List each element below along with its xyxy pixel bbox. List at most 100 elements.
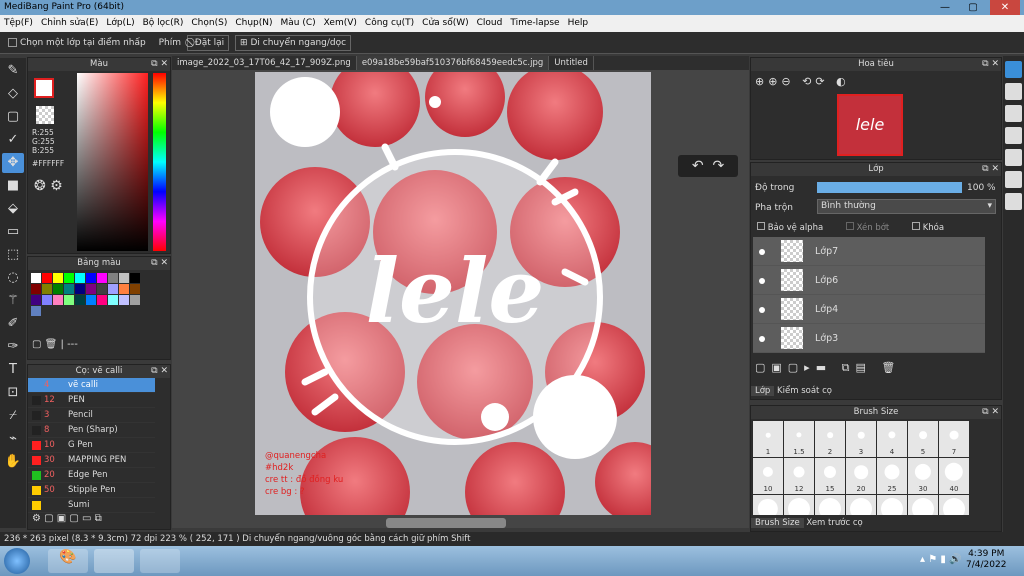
select-layer-checkbox[interactable] <box>8 38 17 47</box>
delete-palette-icon[interactable]: 🗑 <box>45 339 58 350</box>
brush-item[interactable]: 3 Pencil <box>28 408 155 423</box>
brush-item[interactable]: 12 PEN <box>28 393 155 408</box>
menu-item[interactable]: Bộ lọc(R) <box>139 15 188 32</box>
visibility-eye-icon[interactable] <box>759 249 765 255</box>
select-rect-icon[interactable]: ⬚ <box>2 245 24 265</box>
list-icon[interactable] <box>1005 171 1022 188</box>
panel-controls-icon[interactable]: ⧉ ✕ <box>151 257 168 270</box>
palette-swatch[interactable] <box>86 284 96 294</box>
panel-controls-icon[interactable]: ⧉ ✕ <box>982 406 999 419</box>
palette-swatch[interactable] <box>42 295 52 305</box>
hue-slider[interactable] <box>153 73 166 251</box>
menu-item[interactable]: Công cụ(T) <box>361 15 418 32</box>
brush-item[interactable]: 4 vẽ calli <box>28 378 155 393</box>
foreground-color-swatch[interactable] <box>34 78 54 98</box>
brush-size-cell[interactable]: 7 <box>939 421 969 457</box>
visibility-eye-icon[interactable] <box>759 307 765 313</box>
eraser-tool-icon[interactable]: ◇ <box>2 84 24 104</box>
brush-size-cell[interactable]: 3 <box>846 421 876 457</box>
clock[interactable]: 4:39 PM 7/4/2022 <box>966 549 1006 571</box>
brush-size-cell[interactable]: 4 <box>877 421 907 457</box>
document-tab[interactable]: Untitled <box>549 56 594 70</box>
comment-icon[interactable] <box>1005 105 1022 122</box>
palette-swatch[interactable] <box>97 284 107 294</box>
share-icon[interactable] <box>1005 83 1022 100</box>
tray-icons[interactable]: ▴ ⚑ ▮ 🔊 <box>920 554 961 565</box>
palette-swatch[interactable] <box>108 273 118 283</box>
brush-size-cell[interactable]: 30 <box>908 458 938 494</box>
palette-swatch[interactable] <box>97 273 107 283</box>
brush-size-cell[interactable]: 5 <box>908 421 938 457</box>
brush-item[interactable]: 30 MAPPING PEN <box>28 453 155 468</box>
menu-item[interactable]: Chụp(N) <box>231 15 276 32</box>
layer-row[interactable]: Lớp3 <box>753 324 985 353</box>
brush-size-cell[interactable]: 2 <box>815 421 845 457</box>
brush-tool-icon[interactable]: ✎ <box>2 61 24 81</box>
menu-item[interactable]: Lớp(L) <box>102 15 138 32</box>
blend-select[interactable]: Bình thường ▾ <box>817 199 996 214</box>
bucket-icon[interactable]: ⬙ <box>2 199 24 219</box>
layer-row[interactable]: Lớp6 <box>753 266 985 295</box>
palette-swatch[interactable] <box>119 273 129 283</box>
palette-swatch[interactable] <box>119 295 129 305</box>
panel-controls-icon[interactable]: ⧉ ✕ <box>982 163 999 176</box>
brush-size-cell[interactable]: 40 <box>939 458 969 494</box>
palette-swatch[interactable] <box>86 295 96 305</box>
select-eraser-icon[interactable]: ✑ <box>2 337 24 357</box>
opacity-slider[interactable] <box>817 182 962 193</box>
lasso-icon[interactable]: ◌ <box>2 268 24 288</box>
brush-size-cell[interactable]: 300 <box>939 495 969 515</box>
palette-swatch[interactable] <box>64 273 74 283</box>
layer-row[interactable]: Lớp4 <box>753 295 985 324</box>
palette-swatch[interactable] <box>31 273 41 283</box>
clipping-checkbox[interactable] <box>845 222 854 230</box>
palette-swatch[interactable] <box>53 295 63 305</box>
maximize-button[interactable]: ▢ <box>962 0 984 15</box>
start-button-icon[interactable] <box>4 548 30 574</box>
redo-icon[interactable]: ↷ <box>712 158 724 174</box>
brush-size-cell[interactable]: 1.5 <box>784 421 814 457</box>
brush-item[interactable]: 20 Edge Pen <box>28 468 155 483</box>
brush-size-cell[interactable]: 150 <box>846 495 876 515</box>
visibility-eye-icon[interactable] <box>759 278 765 284</box>
brush-size-cell[interactable]: 12 <box>784 458 814 494</box>
chrome-app-icon[interactable] <box>140 549 180 573</box>
palette-swatch[interactable] <box>75 295 85 305</box>
brush-footer-icons[interactable]: ⚙ ▢ ▣ ▢ ▭ ⧉ <box>32 513 102 524</box>
brush-size-cell[interactable]: 25 <box>877 458 907 494</box>
document-tab[interactable]: e09a18be59baf510376bf68459eedc5c.jpg <box>356 56 550 70</box>
palette-swatch[interactable] <box>53 284 63 294</box>
text-tool-icon[interactable]: T <box>2 360 24 380</box>
brush-size-cell[interactable]: 70 <box>784 495 814 515</box>
brush-size-cell[interactable]: 1 <box>753 421 783 457</box>
grid-icon[interactable] <box>1005 193 1022 210</box>
menu-item[interactable]: Xem(V) <box>320 15 361 32</box>
brush-size-cell[interactable]: 200 <box>877 495 907 515</box>
brush-item[interactable]: 50 Stipple Pen <box>28 483 155 498</box>
document-icon[interactable] <box>1005 149 1022 166</box>
palette-swatch[interactable] <box>119 284 129 294</box>
palette-swatch[interactable] <box>130 284 140 294</box>
medibang-app-icon[interactable] <box>94 549 134 573</box>
palette-swatch[interactable] <box>130 295 140 305</box>
palette-swatch[interactable] <box>64 284 74 294</box>
tab-brush-preview[interactable]: Xem trước cọ <box>806 518 862 528</box>
material-icon[interactable] <box>1005 127 1022 144</box>
magic-wand-icon[interactable]: ⚚ <box>2 291 24 311</box>
brush-size-cell[interactable]: 20 <box>846 458 876 494</box>
palette-swatch[interactable] <box>42 273 52 283</box>
move-tool-icon[interactable]: ✥ <box>2 153 24 173</box>
palette-swatch[interactable] <box>86 273 96 283</box>
brush-size-cell[interactable]: 10 <box>753 458 783 494</box>
visibility-eye-icon[interactable] <box>759 336 765 342</box>
brush-size-cell[interactable]: 100 <box>815 495 845 515</box>
hand-icon[interactable]: ✋ <box>2 452 24 472</box>
brush-size-cell[interactable]: 15 <box>815 458 845 494</box>
menu-item[interactable]: Time-lapse <box>506 15 563 32</box>
alpha-protect-checkbox[interactable] <box>757 222 765 230</box>
transparent-color-swatch[interactable] <box>36 106 54 124</box>
gradient-icon[interactable]: ▭ <box>2 222 24 242</box>
menu-item[interactable]: Chọn(S) <box>187 15 231 32</box>
paint-app-icon[interactable]: 🎨 <box>48 549 88 573</box>
saturation-value-picker[interactable] <box>77 73 148 251</box>
